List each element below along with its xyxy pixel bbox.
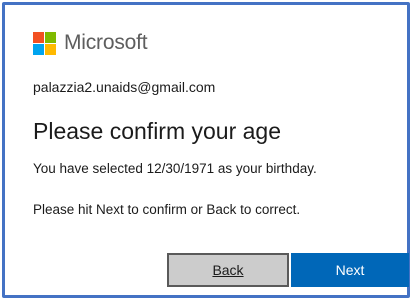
logo-square-green	[45, 31, 56, 43]
account-email: palazzia2.unaids@gmail.com	[33, 79, 216, 95]
page-title: Please confirm your age	[33, 118, 282, 144]
logo-square-red	[33, 31, 44, 43]
brand-header: Microsoft	[33, 29, 148, 57]
microsoft-logo-icon	[33, 31, 56, 55]
instruction-text: Please hit Next to confirm or Back to co…	[33, 202, 301, 217]
brand-name: Microsoft	[64, 31, 148, 54]
back-button[interactable]: Back	[167, 253, 289, 287]
dialog-frame: Microsoft palazzia2.unaids@gmail.com Ple…	[2, 2, 410, 298]
next-button[interactable]: Next	[291, 253, 409, 287]
logo-square-yellow	[45, 43, 56, 55]
logo-square-blue	[33, 43, 44, 55]
birthday-message: You have selected 12/30/1971 as your bir…	[33, 161, 317, 176]
